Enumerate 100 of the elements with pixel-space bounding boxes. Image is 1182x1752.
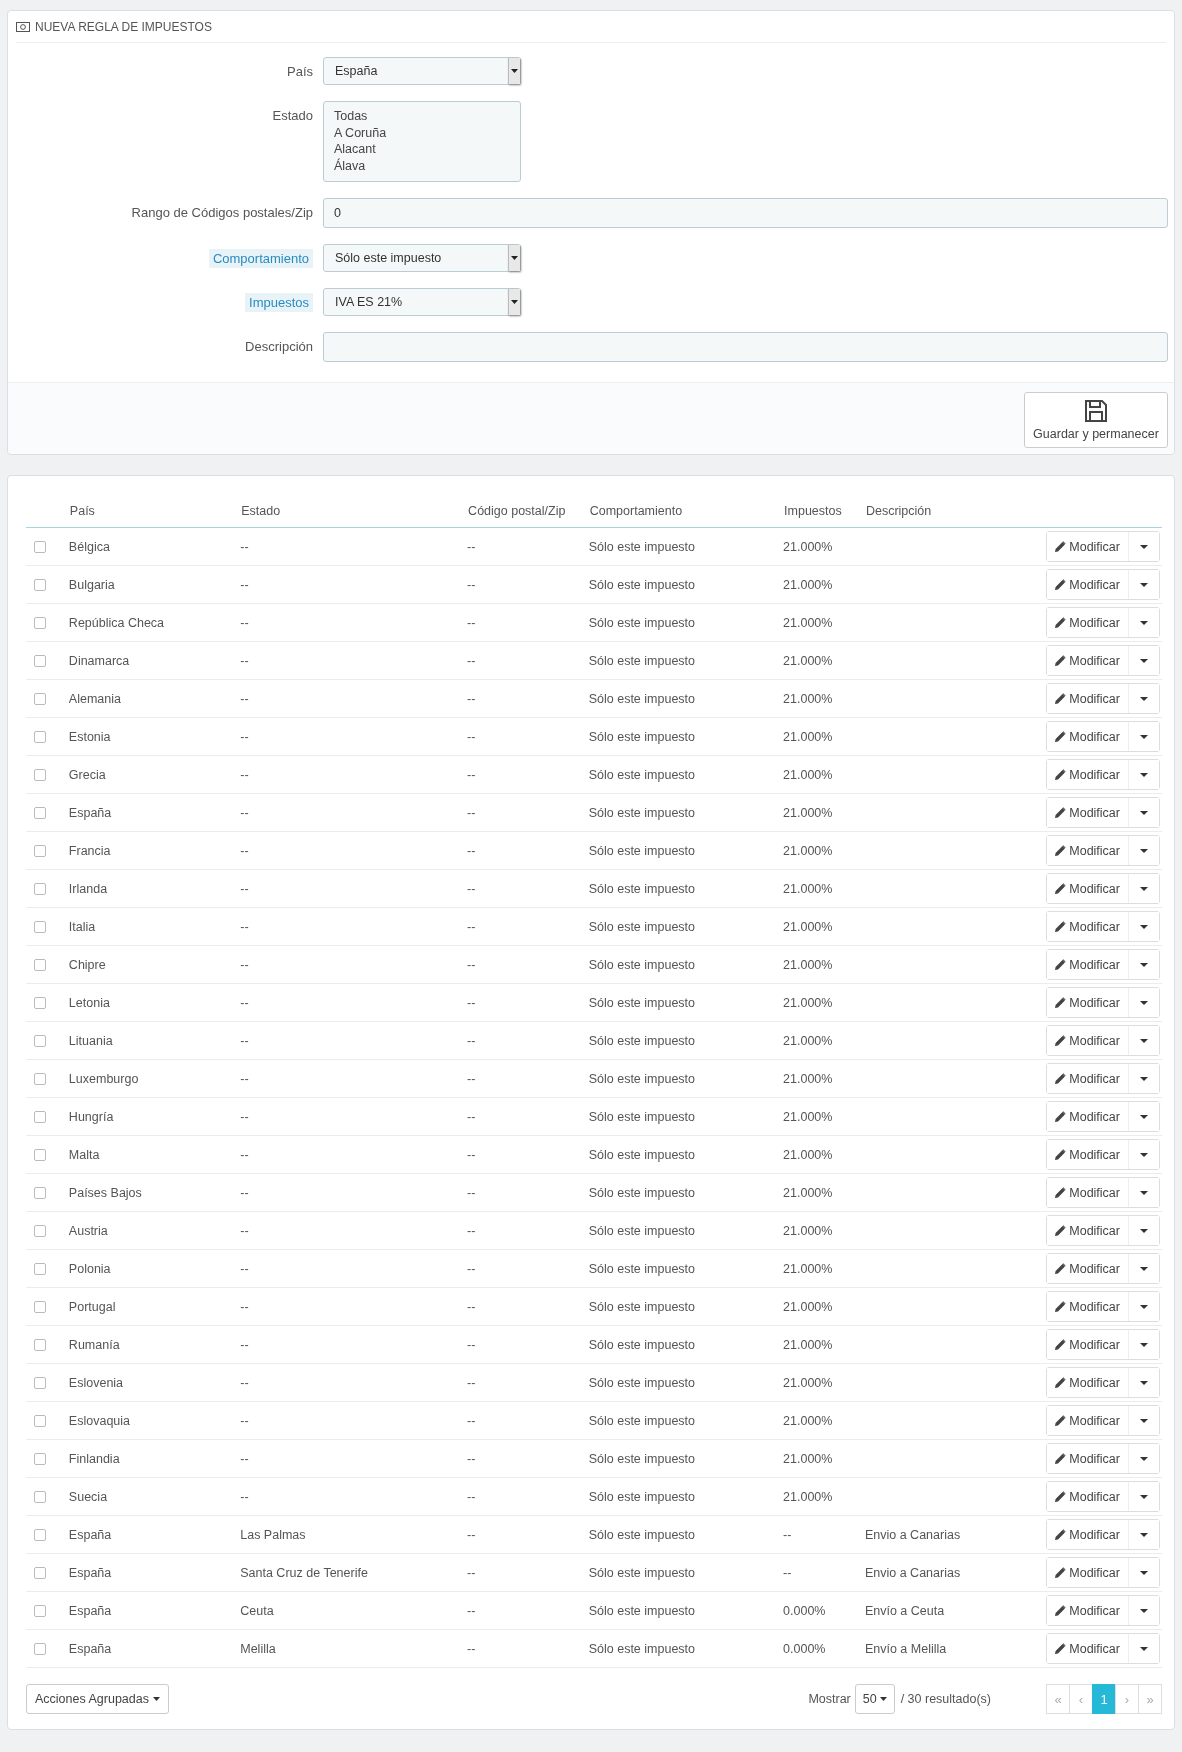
edit-button[interactable]: Modificar <box>1047 646 1129 675</box>
edit-button[interactable]: Modificar <box>1047 570 1129 599</box>
money-icon <box>16 21 30 32</box>
row-checkbox[interactable] <box>34 959 46 972</box>
edit-button[interactable]: Modificar <box>1047 1406 1129 1435</box>
row-checkbox[interactable] <box>34 845 46 858</box>
edit-button[interactable]: Modificar <box>1047 798 1129 827</box>
edit-button[interactable]: Modificar <box>1047 1254 1129 1283</box>
field-label: Comportamiento <box>208 249 313 268</box>
table-cell: Sólo este impuesto <box>588 1565 695 1580</box>
row-checkbox[interactable] <box>34 655 46 668</box>
row-checkbox[interactable] <box>34 693 46 706</box>
edit-button[interactable]: Modificar <box>1047 1330 1129 1359</box>
edit-button[interactable]: Modificar <box>1047 760 1129 789</box>
bulk-actions-button[interactable]: Acciones Agrupadas <box>26 1684 169 1714</box>
list-option[interactable]: Álava <box>334 157 510 174</box>
edit-button[interactable]: Modificar <box>1047 608 1129 637</box>
page-size-select[interactable]: 50 <box>854 1684 895 1714</box>
table-cell: 21.000% <box>783 1375 833 1390</box>
row-checkbox[interactable] <box>34 1111 46 1124</box>
row-checkbox[interactable] <box>34 1187 46 1200</box>
edit-button[interactable]: Modificar <box>1047 1520 1129 1549</box>
pencil-icon <box>1055 1339 1067 1350</box>
edit-button[interactable]: Modificar <box>1047 1634 1129 1663</box>
row-checkbox[interactable] <box>34 617 46 630</box>
row-checkbox[interactable] <box>34 541 46 554</box>
edit-button[interactable]: Modificar <box>1047 722 1129 751</box>
edit-button[interactable]: Modificar <box>1047 532 1129 561</box>
text-field[interactable]: 0 <box>323 198 1168 228</box>
edit-button[interactable]: Modificar <box>1047 1292 1129 1321</box>
list-option[interactable]: Todas <box>334 108 510 125</box>
edit-button[interactable]: Modificar <box>1047 1558 1129 1587</box>
row-checkbox[interactable] <box>34 921 46 934</box>
row-checkbox[interactable] <box>34 1415 46 1428</box>
list-option[interactable]: A Coruña <box>334 124 510 141</box>
row-checkbox[interactable] <box>34 769 46 782</box>
edit-button[interactable]: Modificar <box>1047 836 1129 865</box>
row-checkbox[interactable] <box>34 807 46 820</box>
row-checkbox[interactable] <box>34 1605 46 1618</box>
save-button[interactable]: Guardar y permanecer <box>1024 392 1168 448</box>
show-label: Mostrar <box>808 1692 851 1706</box>
table-cell: Grecia <box>68 767 106 782</box>
edit-button[interactable]: Modificar <box>1047 1064 1129 1093</box>
select-field[interactable]: Sólo este impuesto <box>323 244 521 272</box>
row-checkbox[interactable] <box>34 1225 46 1238</box>
column-header: País <box>68 494 241 528</box>
row-checkbox[interactable] <box>34 997 46 1010</box>
row-checkbox[interactable] <box>34 1529 46 1542</box>
edit-button[interactable]: Modificar <box>1047 1102 1129 1131</box>
row-checkbox[interactable] <box>34 1073 46 1086</box>
row-checkbox[interactable] <box>34 1035 46 1048</box>
table-cell: -- <box>240 957 249 972</box>
pencil-icon <box>1055 1263 1067 1274</box>
pencil-icon <box>1055 1035 1067 1046</box>
pencil-icon <box>1055 579 1067 590</box>
table-cell: Sólo este impuesto <box>588 1261 695 1276</box>
edit-button[interactable]: Modificar <box>1047 1026 1129 1055</box>
table-cell: Chipre <box>68 957 106 972</box>
table-cell: -- <box>240 653 249 668</box>
row-checkbox[interactable] <box>34 1301 46 1314</box>
edit-button[interactable]: Modificar <box>1047 684 1129 713</box>
column-header: Estado <box>240 494 468 528</box>
row-checkbox[interactable] <box>34 731 46 744</box>
edit-button[interactable]: Modificar <box>1047 1216 1129 1245</box>
row-checkbox[interactable] <box>34 579 46 592</box>
edit-button[interactable]: Modificar <box>1047 1178 1129 1207</box>
caret-icon <box>1140 544 1148 549</box>
table-cell: -- <box>240 767 249 782</box>
list-option[interactable]: Alacant <box>334 141 510 158</box>
table-cell: -- <box>467 1489 476 1504</box>
edit-button[interactable]: Modificar <box>1047 950 1129 979</box>
table-cell: Sólo este impuesto <box>588 1033 695 1048</box>
select-field[interactable]: IVA ES 21% <box>323 288 521 316</box>
text-field[interactable] <box>323 332 1168 362</box>
edit-button[interactable]: Modificar <box>1047 1368 1129 1397</box>
edit-button[interactable]: Modificar <box>1047 1444 1129 1473</box>
edit-button[interactable]: Modificar <box>1047 912 1129 941</box>
row-checkbox[interactable] <box>34 1149 46 1162</box>
edit-button[interactable]: Modificar <box>1047 1140 1129 1169</box>
row-checkbox[interactable] <box>34 1263 46 1276</box>
table-cell: -- <box>467 615 476 630</box>
row-checkbox[interactable] <box>34 1453 46 1466</box>
pencil-icon <box>1055 845 1067 856</box>
edit-button[interactable]: Modificar <box>1047 1482 1129 1511</box>
row-checkbox[interactable] <box>34 1377 46 1390</box>
edit-button[interactable]: Modificar <box>1047 988 1129 1017</box>
result-count: / 30 resultado(s) <box>900 1692 991 1706</box>
table-cell: Sólo este impuesto <box>588 691 695 706</box>
table-cell: -- <box>240 1337 249 1352</box>
row-checkbox[interactable] <box>34 1567 46 1580</box>
caret-icon <box>1140 1266 1148 1271</box>
row-checkbox[interactable] <box>34 883 46 896</box>
row-checkbox[interactable] <box>34 1643 46 1656</box>
select-field[interactable]: España <box>323 57 521 85</box>
listbox-field[interactable]: Todas A Coruña Alacant Álava <box>323 101 521 182</box>
table-cell: Sólo este impuesto <box>588 653 695 668</box>
row-checkbox[interactable] <box>34 1491 46 1504</box>
edit-button[interactable]: Modificar <box>1047 874 1129 903</box>
edit-button[interactable]: Modificar <box>1047 1596 1129 1625</box>
row-checkbox[interactable] <box>34 1339 46 1352</box>
